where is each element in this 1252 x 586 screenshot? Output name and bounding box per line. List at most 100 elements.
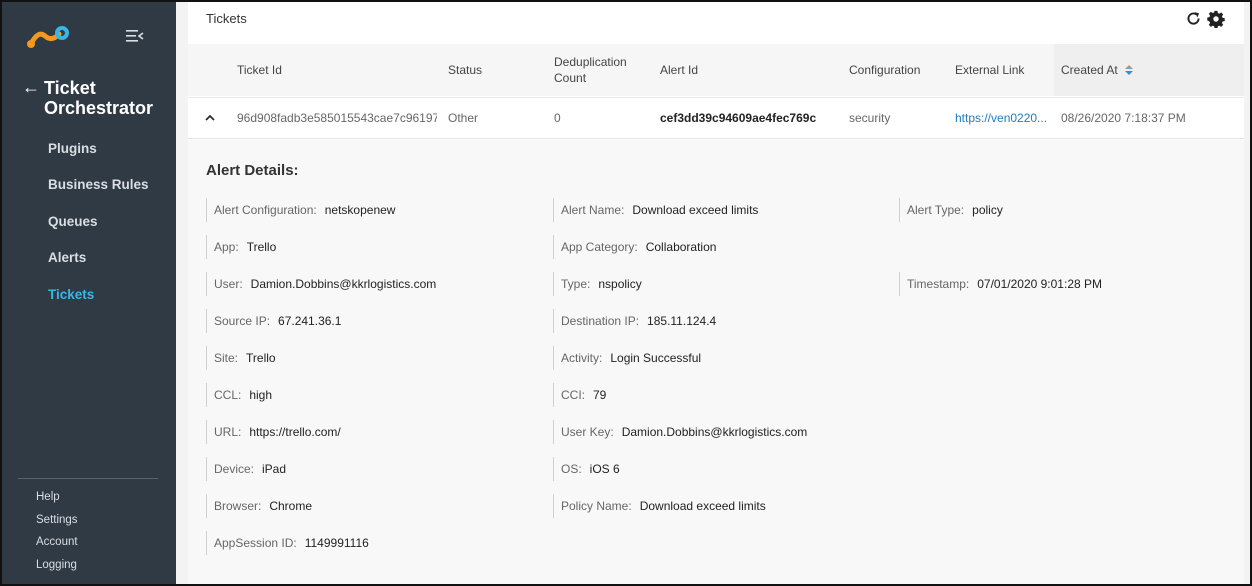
field-value: iOS 6 <box>589 462 620 476</box>
field-label: CCI: <box>561 388 585 402</box>
field-label: Type: <box>561 277 591 291</box>
column-created-at-label: Created At <box>1061 63 1118 77</box>
sidebar-item-account[interactable]: Account <box>36 536 78 559</box>
alert-details: Alert Details: Alert Configuration: nets… <box>188 140 1244 584</box>
gear-icon[interactable] <box>1207 10 1225 28</box>
column-dedup-line1: Deduplication <box>554 55 627 69</box>
field-label: Alert Name: <box>561 203 625 217</box>
field-label: Policy Name: <box>561 499 632 513</box>
field-browser: Browser: Chrome <box>206 494 312 518</box>
field-label: Browser: <box>214 499 262 513</box>
cell-created-at: 08/26/2020 7:18:37 PM <box>1061 111 1186 125</box>
field-alert-name: Alert Name: Download exceed limits <box>553 198 758 222</box>
field-value: netskopenew <box>324 203 396 217</box>
sidebar-item-tickets[interactable]: Tickets <box>48 286 149 322</box>
cell-status: Other <box>448 111 479 125</box>
field-label: AppSession ID: <box>214 536 297 550</box>
column-status[interactable]: Status <box>448 44 538 96</box>
column-created-at[interactable]: Created At <box>1054 44 1244 96</box>
field-value: Damion.Dobbins@kkrlogistics.com <box>250 277 437 291</box>
chevron-up-icon[interactable] <box>204 112 216 124</box>
field-value: Trello <box>246 240 277 254</box>
cell-configuration: security <box>849 111 891 125</box>
sidebar-item-settings[interactable]: Settings <box>36 514 78 537</box>
cell-external-link[interactable]: https://ven0220... <box>955 98 1051 138</box>
field-value: Damion.Dobbins@kkrlogistics.com <box>621 425 808 439</box>
field-url: URL: https://trello.com/ <box>206 420 341 444</box>
sidebar-item-business-rules[interactable]: Business Rules <box>48 176 149 212</box>
field-app: App: Trello <box>206 235 276 259</box>
column-configuration[interactable]: Configuration <box>849 44 949 96</box>
field-user: User: Damion.Dobbins@kkrlogistics.com <box>206 272 436 296</box>
field-label: CCL: <box>214 388 242 402</box>
field-alert-configuration: Alert Configuration: netskopenew <box>206 198 395 222</box>
field-value: 07/01/2020 9:01:28 PM <box>977 277 1102 291</box>
field-alert-type: Alert Type: policy <box>899 198 1003 222</box>
field-label: Destination IP: <box>561 314 640 328</box>
app-title-line1: Ticket <box>44 78 96 98</box>
column-ticket-id[interactable]: Ticket Id <box>237 44 427 96</box>
field-timestamp: Timestamp: 07/01/2020 9:01:28 PM <box>899 272 1102 296</box>
field-value: 185.11.124.4 <box>647 314 717 328</box>
field-policy-name: Policy Name: Download exceed limits <box>553 494 766 518</box>
sidebar-item-help[interactable]: Help <box>36 491 78 514</box>
arrow-left-icon[interactable]: ← <box>22 77 40 97</box>
sidebar-item-alerts[interactable]: Alerts <box>48 249 149 285</box>
tickets-panel: Tickets Ticket Id Status Deduplication C… <box>188 2 1244 584</box>
field-value: iPad <box>262 462 287 476</box>
column-alert-id[interactable]: Alert Id <box>660 44 840 96</box>
sidebar-footer-nav: Help Settings Account Logging <box>36 491 78 581</box>
table-row[interactable]: 96d908fadb3e585015543cae7c96197a Other 0… <box>188 97 1244 139</box>
field-app-category: App Category: Collaboration <box>553 235 716 259</box>
field-label: App Category: <box>561 240 638 254</box>
field-label: App: <box>214 240 239 254</box>
field-label: User: <box>214 277 243 291</box>
field-ccl: CCL: high <box>206 383 272 407</box>
column-dedup-line2: Count <box>554 71 587 85</box>
field-activity: Activity: Login Successful <box>553 346 701 370</box>
field-value: Collaboration <box>645 240 717 254</box>
field-value: Download exceed limits <box>639 499 766 513</box>
field-value: policy <box>972 203 1003 217</box>
sidebar-item-plugins[interactable]: Plugins <box>48 140 149 176</box>
app-window: ← Ticket Orchestrator Plugins Business R… <box>0 0 1252 586</box>
column-deduplication-count[interactable]: Deduplication Count <box>554 44 654 96</box>
field-value: 79 <box>593 388 607 402</box>
field-label: Device: <box>214 462 255 476</box>
netskope-logo-icon <box>27 26 69 48</box>
field-value: Chrome <box>269 499 313 513</box>
app-title: Ticket Orchestrator <box>44 78 153 118</box>
refresh-icon[interactable] <box>1185 10 1202 27</box>
field-os: OS: iOS 6 <box>553 457 620 481</box>
field-label: Source IP: <box>214 314 271 328</box>
field-value: 1149991116 <box>304 536 369 550</box>
sort-icon[interactable] <box>1124 64 1134 76</box>
sidebar: ← Ticket Orchestrator Plugins Business R… <box>2 2 176 584</box>
field-value: https://trello.com/ <box>249 425 341 439</box>
field-destination-ip: Destination IP: 185.11.124.4 <box>553 309 716 333</box>
field-value: nspolicy <box>598 277 642 291</box>
field-source-ip: Source IP: 67.241.36.1 <box>206 309 341 333</box>
sidebar-item-logging[interactable]: Logging <box>36 559 78 582</box>
field-label: OS: <box>561 462 582 476</box>
field-value: high <box>249 388 273 402</box>
field-cci: CCI: 79 <box>553 383 606 407</box>
collapse-menu-icon[interactable] <box>126 28 144 44</box>
field-type: Type: nspolicy <box>553 272 642 296</box>
field-device: Device: iPad <box>206 457 286 481</box>
field-label: URL: <box>214 425 242 439</box>
field-value: Trello <box>246 351 276 365</box>
main-content: Tickets Ticket Id Status Deduplication C… <box>176 2 1250 584</box>
field-label: Site: <box>214 351 239 365</box>
alert-details-title: Alert Details: <box>206 162 299 179</box>
field-app-session-id: AppSession ID: 1149991116 <box>206 531 369 555</box>
field-label: User Key: <box>561 425 614 439</box>
column-external-link[interactable]: External Link <box>955 44 1050 96</box>
sidebar-nav: Plugins Business Rules Queues Alerts Tic… <box>48 140 149 322</box>
sidebar-item-queues[interactable]: Queues <box>48 213 149 249</box>
sidebar-divider <box>18 478 158 479</box>
field-value: 67.241.36.1 <box>278 314 342 328</box>
table-header: Ticket Id Status Deduplication Count Ale… <box>188 44 1244 96</box>
field-label: Timestamp: <box>907 277 970 291</box>
field-label: Alert Type: <box>907 203 965 217</box>
